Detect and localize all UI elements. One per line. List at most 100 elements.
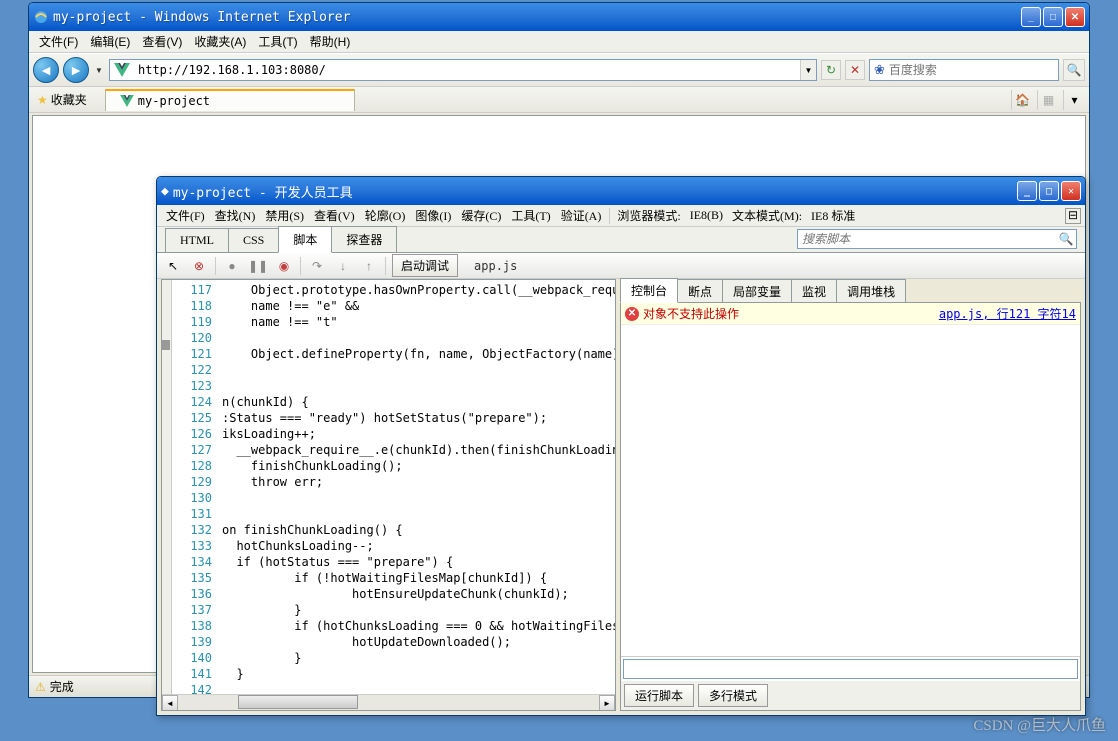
tab-css[interactable]: CSS <box>228 228 279 252</box>
home-button[interactable]: 🏠 <box>1011 90 1033 110</box>
step-into-button[interactable]: ↓ <box>333 256 353 276</box>
rtab-watch[interactable]: 监视 <box>791 279 837 303</box>
dev-menu-cache[interactable]: 缓存(C) <box>456 205 506 226</box>
forward-button[interactable]: ► <box>63 57 89 83</box>
devtools-titlebar[interactable]: ◆ my-project - 开发人员工具 _ □ ✕ <box>157 177 1085 205</box>
refresh-button[interactable]: ↻ <box>821 60 841 80</box>
devtools-menubar: 文件(F) 查找(N) 禁用(S) 查看(V) 轮廓(O) 图像(I) 缓存(C… <box>157 205 1085 227</box>
scroll-thumb[interactable] <box>238 695 358 709</box>
code-panel: 117 118 119 120 121 122 123 124 125 126 … <box>161 279 616 711</box>
address-input[interactable] <box>134 61 800 79</box>
error-source-link[interactable]: app.js, 行121 字符14 <box>939 305 1076 322</box>
browser-mode-value[interactable]: IE8(B) <box>685 206 728 225</box>
menu-file[interactable]: 文件(F) <box>33 31 84 52</box>
favorites-button[interactable]: ★ 收藏夹 <box>33 89 91 110</box>
code-content[interactable]: Object.prototype.hasOwnProperty.call(__w… <box>218 280 615 710</box>
ie-navbar: ◄ ► ▼ ▼ ↻ ✕ ❀ 🔍 <box>29 53 1089 87</box>
console-error-row: ✕ 对象不支持此操作 app.js, 行121 字符14 <box>621 303 1080 325</box>
back-button[interactable]: ◄ <box>33 57 59 83</box>
console-tabs: 控制台 断点 局部变量 监视 调用堆栈 <box>620 279 1081 303</box>
search-input[interactable] <box>889 63 1054 77</box>
dev-menu-file[interactable]: 文件(F) <box>161 205 210 226</box>
maximize-button[interactable]: □ <box>1043 7 1063 27</box>
console-input[interactable] <box>623 659 1078 679</box>
ie-menubar: 文件(F) 编辑(E) 查看(V) 收藏夹(A) 工具(T) 帮助(H) <box>29 31 1089 53</box>
browser-tab[interactable]: my-project <box>105 89 355 111</box>
devtools-body: 117 118 119 120 121 122 123 124 125 126 … <box>161 279 1081 711</box>
devtools-tabs: HTML CSS 脚本 探查器 🔍 <box>157 227 1085 253</box>
scroll-right-button[interactable]: ► <box>599 695 615 711</box>
multiline-button[interactable]: 多行模式 <box>698 684 768 707</box>
rtab-breakpoints[interactable]: 断点 <box>677 279 723 303</box>
ie-titlebar[interactable]: my-project - Windows Internet Explorer _… <box>29 3 1089 31</box>
rtab-locals[interactable]: 局部变量 <box>722 279 792 303</box>
dev-maximize-button[interactable]: □ <box>1039 181 1059 201</box>
tab-profiler[interactable]: 探查器 <box>331 226 397 252</box>
ie-logo-icon <box>33 9 49 25</box>
pause-button[interactable]: ❚❚ <box>248 256 268 276</box>
code-gutter <box>162 280 172 710</box>
status-text: 完成 <box>50 678 74 695</box>
dev-menu-validate[interactable]: 验证(A) <box>556 205 607 226</box>
console-body: ✕ 对象不支持此操作 app.js, 行121 字符14 运行脚本 多行模式 <box>620 302 1081 711</box>
toolbar-dropdown[interactable]: ▾ <box>1063 90 1085 110</box>
address-dropdown[interactable]: ▼ <box>800 60 816 80</box>
error-icon: ✕ <box>625 307 639 321</box>
dev-menu-find[interactable]: 查找(N) <box>210 205 261 226</box>
rtab-callstack[interactable]: 调用堆栈 <box>836 279 906 303</box>
menu-help[interactable]: 帮助(H) <box>304 31 357 52</box>
pointer-button[interactable]: ↖ <box>163 256 183 276</box>
tab-html[interactable]: HTML <box>165 228 229 252</box>
scroll-left-button[interactable]: ◄ <box>162 695 178 711</box>
dev-menu-tools[interactable]: 工具(T) <box>506 205 555 226</box>
separator <box>300 257 301 275</box>
step-out-button[interactable]: ↑ <box>359 256 379 276</box>
ie-window-title: my-project - Windows Internet Explorer <box>53 10 1019 25</box>
start-debug-button[interactable]: 启动调试 <box>392 254 458 277</box>
script-search-box: 🔍 <box>797 229 1077 249</box>
menu-tools[interactable]: 工具(T) <box>252 31 303 52</box>
tab-script[interactable]: 脚本 <box>278 226 332 253</box>
dev-menu-outline[interactable]: 轮廓(O) <box>360 205 411 226</box>
warning-icon: ⚠ <box>35 680 46 694</box>
horizontal-scrollbar[interactable]: ◄ ► <box>162 694 615 710</box>
menu-favorites[interactable]: 收藏夹(A) <box>188 31 252 52</box>
right-panel: 控制台 断点 局部变量 监视 调用堆栈 ✕ 对象不支持此操作 app.js, 行… <box>620 279 1081 711</box>
stop-button[interactable]: ✕ <box>845 60 865 80</box>
run-script-button[interactable]: 运行脚本 <box>624 684 694 707</box>
menu-edit[interactable]: 编辑(E) <box>84 31 136 52</box>
clear-button[interactable]: ⊗ <box>189 256 209 276</box>
dev-menu-disable[interactable]: 禁用(S) <box>260 205 309 226</box>
search-icon[interactable]: 🔍 <box>1056 232 1076 246</box>
devtools-window: ◆ my-project - 开发人员工具 _ □ ✕ 文件(F) 查找(N) … <box>156 176 1086 716</box>
browser-mode-label: 浏览器模式: <box>613 205 684 226</box>
dev-menu-view[interactable]: 查看(V) <box>309 205 360 226</box>
search-button[interactable]: 🔍 <box>1063 59 1085 81</box>
watermark: CSDN @巨大人爪鱼 <box>973 714 1106 735</box>
dev-menu-image[interactable]: 图像(I) <box>410 205 456 226</box>
feed-button[interactable]: ▦ <box>1037 90 1059 110</box>
error-message: 对象不支持此操作 <box>643 305 739 322</box>
search-box: ❀ <box>869 59 1059 81</box>
script-search-input[interactable] <box>798 232 1056 246</box>
menu-view[interactable]: 查看(V) <box>136 31 188 52</box>
favorites-label: 收藏夹 <box>51 91 87 108</box>
devtools-icon: ◆ <box>161 184 169 199</box>
rtab-console[interactable]: 控制台 <box>620 278 678 303</box>
nav-history-dropdown[interactable]: ▼ <box>93 57 105 83</box>
play-button[interactable]: ● <box>222 256 242 276</box>
vue-icon <box>120 95 134 107</box>
tab-title: my-project <box>138 94 210 108</box>
close-button[interactable]: ✕ <box>1065 7 1085 27</box>
tab-strip: my-project <box>105 89 355 111</box>
minimize-button[interactable]: _ <box>1021 7 1041 27</box>
dev-minimize-button[interactable]: _ <box>1017 181 1037 201</box>
dev-close-button[interactable]: ✕ <box>1061 181 1081 201</box>
step-over-button[interactable]: ↷ <box>307 256 327 276</box>
console-buttons: 运行脚本 多行模式 <box>621 681 1080 710</box>
scroll-track[interactable] <box>178 695 599 710</box>
dock-button[interactable]: ⊟ <box>1065 208 1081 224</box>
text-mode-value[interactable]: IE8 标准 <box>806 205 860 226</box>
current-file[interactable]: app.js <box>464 259 517 273</box>
break-button[interactable]: ◉ <box>274 256 294 276</box>
